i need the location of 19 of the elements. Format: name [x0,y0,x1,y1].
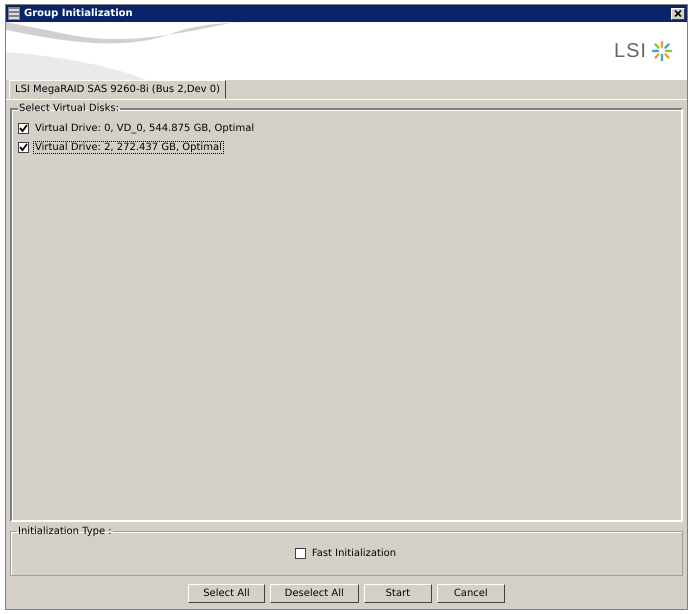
window-icon [8,7,20,20]
tab[interactable]: LSI MegaRAID SAS 9260-8i (Bus 2,Dev 0) [9,80,226,99]
dialog-button[interactable]: Deselect All [270,584,359,603]
group-label: Initialization Type : [17,526,113,537]
dialog-button[interactable]: Select All [188,584,265,603]
checkbox-label[interactable]: Virtual Drive: 2, 272.437 GB, Optimal [33,141,224,154]
dialog-button[interactable]: Start [364,584,432,603]
checkbox[interactable] [294,548,306,559]
group-label: Select Virtual Disks: [18,103,120,114]
close-icon [674,10,682,17]
logo-text: LSI [614,40,647,62]
dialog-button[interactable]: Cancel [436,584,505,603]
checkbox[interactable] [18,142,29,153]
checkbox[interactable] [18,123,29,134]
checkbox-label[interactable]: Virtual Drive: 0, VD_0, 544.875 GB, Optimal [33,122,256,135]
window-title: Group Initialization [24,8,134,19]
starburst-icon [651,40,673,62]
checkbox-label[interactable]: Fast Initialization [310,547,398,560]
close-button[interactable] [671,8,685,20]
